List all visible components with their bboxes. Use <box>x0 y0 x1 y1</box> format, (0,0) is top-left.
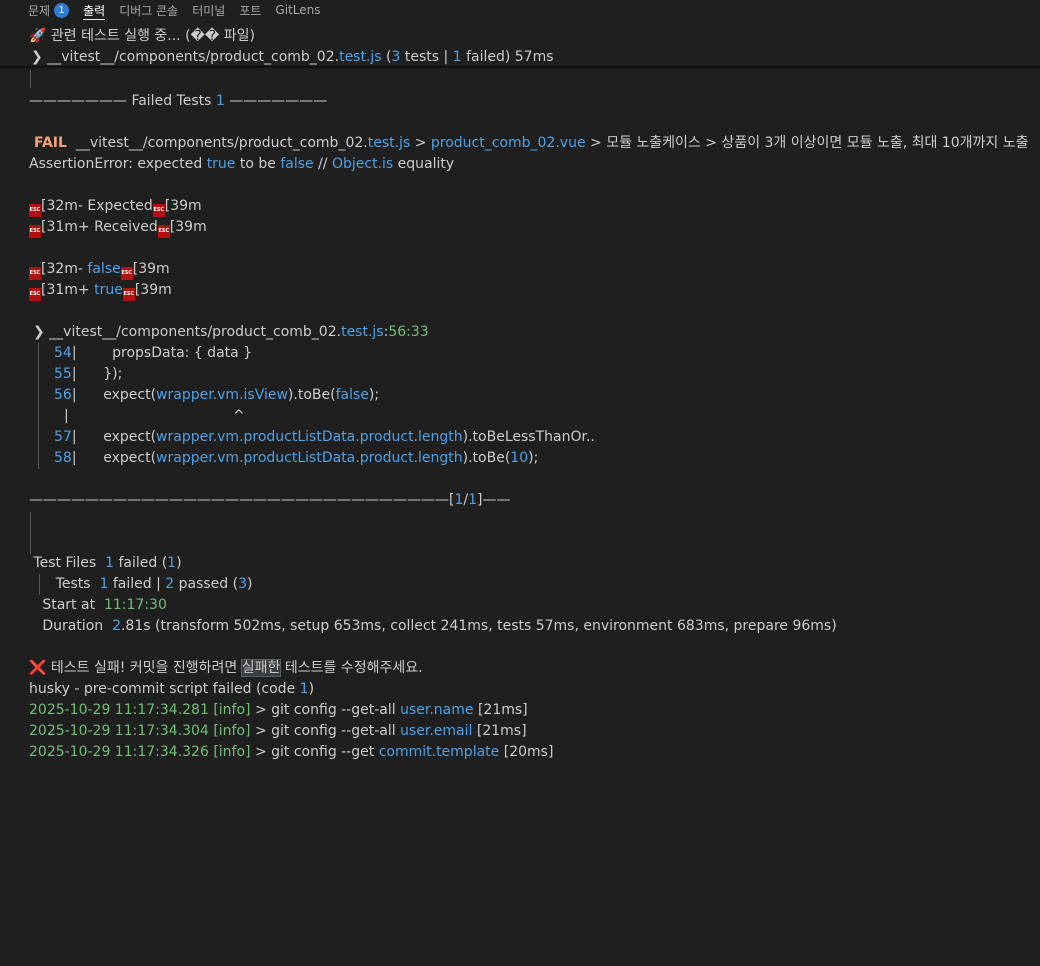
code-line: 57| expect(wrapper.vm.productListData.pr… <box>54 429 595 445</box>
summary-duration: Duration 2.81s (transform 502ms, setup 6… <box>29 618 837 634</box>
log-line: 2025-10-29 11:17:34.281 [info] > git con… <box>29 702 528 718</box>
escape-char-icon: ESC <box>29 225 41 238</box>
log-line: 2025-10-29 11:17:34.326 [info] > git con… <box>29 744 554 760</box>
output-log[interactable]: 🚀 관련 테스트 실행 중... (�� 파일) ❯ __vitest__/co… <box>0 0 1040 966</box>
chevron-right-icon: ❯ <box>33 324 45 340</box>
escape-char-icon: ESC <box>29 204 41 217</box>
diff-expected-value: ESC[32m- falseESC[39m <box>29 259 170 280</box>
summary-start-at: Start at 11:17:30 <box>29 597 167 613</box>
error-caret: ^ <box>233 408 245 424</box>
escape-char-icon: ESC <box>29 267 41 280</box>
page-separator: ——————————————————————————————[1/1]—— <box>29 492 511 508</box>
chevron-right-icon: ❯ <box>31 49 43 65</box>
diff-received-header: ESC[31m+ ReceivedESC[39m <box>29 217 207 238</box>
assertion-error-line: AssertionError: expected true to be fals… <box>29 156 455 172</box>
commit-failed-message: ❌ 테스트 실패! 커밋을 진행하려면 실패한 테스트를 수정해주세요. <box>29 659 423 677</box>
escape-char-icon: ESC <box>152 204 165 217</box>
escape-char-icon: ESC <box>29 288 41 301</box>
summary-tests: Tests 1 failed | 2 passed (3) <box>29 576 253 592</box>
vue-file-link[interactable]: product_comb_02.vue <box>431 135 586 151</box>
code-line: 58| expect(wrapper.vm.productListData.pr… <box>54 450 539 466</box>
diff-expected-header: ESC[32m- ExpectedESC[39m <box>29 196 202 217</box>
husky-error-line: husky - pre-commit script failed (code 1… <box>29 681 315 697</box>
scroll-shadow <box>0 66 1040 69</box>
failed-tests-header: ——————— Failed Tests 1 ——————— <box>29 93 328 109</box>
highlighted-text: 실패한 <box>240 659 282 677</box>
rocket-icon: 🚀 <box>29 28 47 44</box>
diff-received-value: ESC[31m+ trueESC[39m <box>29 280 172 301</box>
error-location-line: ❯ __vitest__/components/product_comb_02.… <box>33 324 429 340</box>
log-line: 2025-10-29 11:17:34.304 [info] > git con… <box>29 723 527 739</box>
escape-char-icon: ESC <box>120 267 133 280</box>
test-file-link[interactable]: test.js <box>368 135 411 151</box>
code-line: 54| propsData: { data } <box>54 345 253 361</box>
gutter-line <box>30 70 31 88</box>
escape-char-icon: ESC <box>157 225 170 238</box>
test-file-summary-line: ❯ __vitest__/components/product_comb_02.… <box>31 49 554 65</box>
fail-label: FAIL <box>34 135 67 151</box>
gutter-line <box>30 512 31 554</box>
escape-char-icon: ESC <box>122 288 135 301</box>
cross-icon: ❌ <box>29 660 47 676</box>
gutter-line <box>38 343 39 469</box>
running-tests-line: 🚀 관련 테스트 실행 중... (�� 파일) <box>29 28 255 44</box>
code-line: 55| }); <box>54 366 123 382</box>
code-caret-line: | <box>64 408 69 424</box>
code-line: 56| expect(wrapper.vm.isView).toBe(false… <box>54 387 380 403</box>
fail-test-line: FAIL __vitest__/components/product_comb_… <box>34 135 1029 151</box>
location-file-link[interactable]: test.js <box>341 324 384 340</box>
summary-test-files: Test Files 1 failed (1) <box>29 555 182 571</box>
